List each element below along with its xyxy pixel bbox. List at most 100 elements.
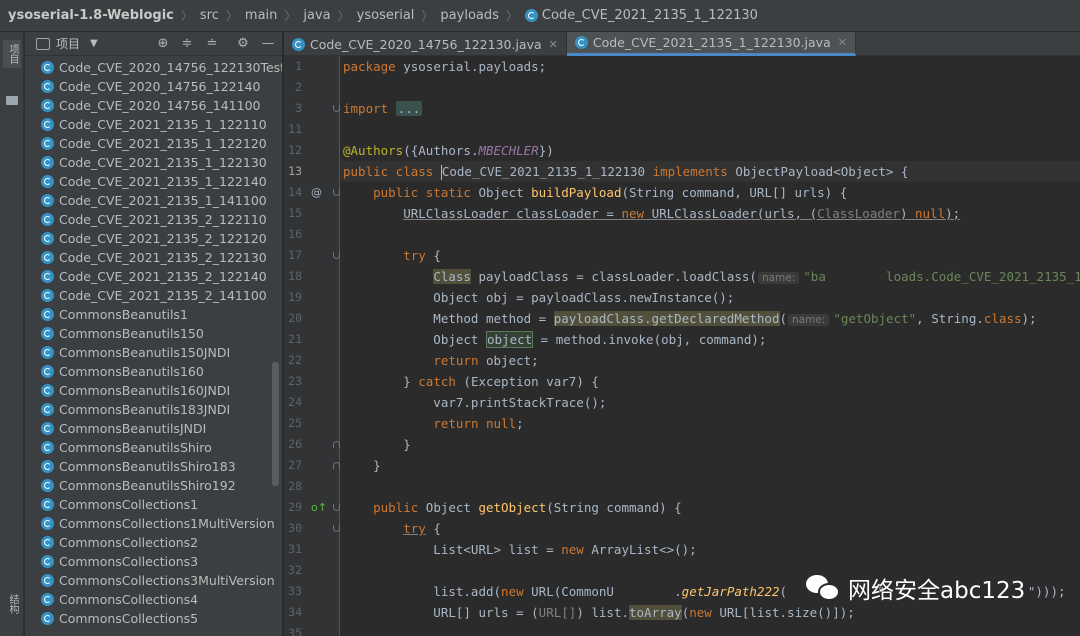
breadcrumb-class[interactable]: Code_CVE_2021_2135_1_122130	[542, 8, 758, 23]
structure-tool-tab[interactable]: 结构	[3, 584, 21, 624]
tree-item-label: Code_CVE_2021_2135_2_122140	[59, 269, 267, 284]
code-line: URL[] urls = (URL[]) list.toArray(new UR…	[343, 605, 855, 620]
expand-all-icon[interactable]: ≑	[180, 37, 194, 51]
tree-item[interactable]: Code_CVE_2021_2135_1_122120	[25, 134, 282, 153]
line-number: 1	[295, 59, 302, 73]
breadcrumb-payloads[interactable]: payloads	[440, 8, 498, 23]
tree-item[interactable]: Code_CVE_2021_2135_1_122130	[25, 153, 282, 172]
tree-item[interactable]: Code_CVE_2021_2135_2_122140	[25, 267, 282, 286]
fold-toggle-icon[interactable]	[333, 441, 340, 448]
line-number: 2	[295, 80, 302, 94]
close-icon[interactable]: ✕	[838, 36, 847, 49]
gutter-row: 24	[284, 392, 339, 413]
minimize-icon[interactable]: —	[261, 37, 275, 51]
java-class-icon	[41, 251, 54, 264]
line-number: 27	[288, 458, 302, 472]
tree-item[interactable]: CommonsBeanutilsJNDI	[25, 419, 282, 438]
tree-item[interactable]: Code_CVE_2021_2135_1_122110	[25, 115, 282, 134]
tree-item[interactable]: CommonsBeanutils160	[25, 362, 282, 381]
fold-toggle-icon[interactable]	[333, 252, 340, 259]
override-marker-icon[interactable]: @	[311, 182, 322, 203]
implements-marker-icon[interactable]: o↑	[311, 497, 327, 518]
tree-item[interactable]: CommonsBeanutilsShiro	[25, 438, 282, 457]
tree-item[interactable]: CommonsCollections1	[25, 495, 282, 514]
chevron-down-icon[interactable]: ▼	[90, 38, 98, 49]
line-number: 31	[288, 542, 302, 556]
project-panel-title[interactable]: 项目	[56, 35, 80, 52]
tree-scrollbar[interactable]	[272, 362, 279, 486]
tree-item[interactable]: CommonsBeanutils1	[25, 305, 282, 324]
tree-item[interactable]: CommonsCollections1MultiVersion	[25, 514, 282, 533]
collapse-all-icon[interactable]: ≐	[205, 37, 219, 51]
gutter-row: 1	[284, 56, 339, 77]
fold-toggle-icon[interactable]	[333, 105, 340, 112]
tree-item[interactable]: CommonsBeanutils150JNDI	[25, 343, 282, 362]
fold-toggle-icon[interactable]	[333, 189, 340, 196]
tree-item[interactable]: CommonsCollections4	[25, 590, 282, 609]
tree-item[interactable]: Code_CVE_2020_14756_141100	[25, 96, 282, 115]
tree-item[interactable]: Code_CVE_2021_2135_2_141100	[25, 286, 282, 305]
gutter-row: 28	[284, 476, 339, 497]
tree-item-label: Code_CVE_2021_2135_1_141100	[59, 193, 267, 208]
tree-item[interactable]: CommonsBeanutils160JNDI	[25, 381, 282, 400]
line-number: 13	[288, 164, 302, 178]
line-number: 11	[288, 122, 302, 136]
code-editor[interactable]: package ysoserial.payloads; import ... @…	[340, 56, 1080, 636]
tree-item[interactable]: Code_CVE_2021_2135_2_122110	[25, 210, 282, 229]
breadcrumb-ysoserial[interactable]: ysoserial	[357, 8, 415, 23]
tree-item[interactable]: Code_CVE_2020_14756_122130Test	[25, 58, 282, 77]
gear-icon[interactable]: ⚙	[236, 37, 250, 51]
project-tree: Code_CVE_2020_14756_122130Test Code_CVE_2…	[25, 58, 282, 628]
tab-code-cve-2020-14756[interactable]: Code_CVE_2020_14756_122130.java ✕	[284, 32, 567, 56]
gutter-row: 33	[284, 581, 339, 602]
java-class-icon	[574, 36, 588, 49]
tree-item[interactable]: CommonsBeanutils183JNDI	[25, 400, 282, 419]
fold-toggle-icon[interactable]	[333, 525, 340, 532]
java-class-icon	[41, 289, 54, 302]
gutter-row: 3	[284, 98, 340, 119]
locate-icon[interactable]: ⊕	[156, 37, 170, 51]
tree-item[interactable]: CommonsBeanutilsShiro183	[25, 457, 282, 476]
line-number: 3	[295, 101, 302, 115]
gutter-row: 20	[284, 308, 339, 329]
tree-item[interactable]: CommonsCollections2	[25, 533, 282, 552]
code-line: public static Object buildPayload(String…	[343, 185, 848, 200]
tree-item[interactable]: Code_CVE_2021_2135_2_122120	[25, 229, 282, 248]
tree-item[interactable]: CommonsCollections3	[25, 552, 282, 571]
java-class-icon	[41, 194, 54, 207]
tree-item[interactable]: Code_CVE_2021_2135_1_141100	[25, 191, 282, 210]
close-icon[interactable]: ✕	[549, 38, 558, 51]
gutter-row: 13	[284, 161, 339, 182]
tree-item[interactable]: CommonsBeanutils150	[25, 324, 282, 343]
tab-code-cve-2021-2135[interactable]: Code_CVE_2021_2135_1_122130.java ✕	[566, 32, 856, 56]
tree-item[interactable]: Code_CVE_2021_2135_2_122130	[25, 248, 282, 267]
java-class-icon	[41, 441, 54, 454]
tree-item[interactable]: Code_CVE_2021_2135_1_122140	[25, 172, 282, 191]
tree-item-label: CommonsCollections2	[59, 535, 199, 550]
java-class-icon	[41, 308, 54, 321]
line-number: 12	[288, 143, 302, 157]
project-panel: 项目 ▼ ⊕ ≑ ≐ ⚙ — Code_CVE_2020_14756_12213…	[25, 32, 283, 636]
tree-item-label: Code_CVE_2021_2135_2_122120	[59, 231, 267, 246]
folded-imports[interactable]: ...	[395, 101, 423, 116]
tree-item[interactable]: Code_CVE_2020_14756_122140	[25, 77, 282, 96]
line-number: 18	[288, 269, 302, 283]
java-class-icon	[41, 365, 54, 378]
code-line: List<URL> list = new ArrayList<>();	[343, 542, 697, 557]
fold-toggle-icon[interactable]	[333, 504, 340, 511]
breadcrumb-src[interactable]: src	[200, 8, 219, 23]
breadcrumb-main[interactable]: main	[245, 8, 277, 23]
breadcrumb-separator: 〉	[505, 9, 518, 23]
tree-item[interactable]: CommonsBeanutilsShiro192	[25, 476, 282, 495]
tree-item[interactable]: CommonsCollections3MultiVersion	[25, 571, 282, 590]
tree-item-label: CommonsBeanutils150JNDI	[59, 345, 231, 360]
tree-item[interactable]: CommonsCollections5	[25, 609, 282, 628]
breadcrumb-java[interactable]: java	[303, 8, 330, 23]
tree-item-label: CommonsBeanutilsShiro183	[59, 459, 236, 474]
fold-toggle-icon[interactable]	[333, 462, 340, 469]
breadcrumb-separator: 〉	[180, 9, 193, 23]
breadcrumb-project[interactable]: ysoserial-1.8-Weblogic	[8, 8, 174, 23]
project-tool-tab[interactable]: 项目	[3, 40, 21, 68]
